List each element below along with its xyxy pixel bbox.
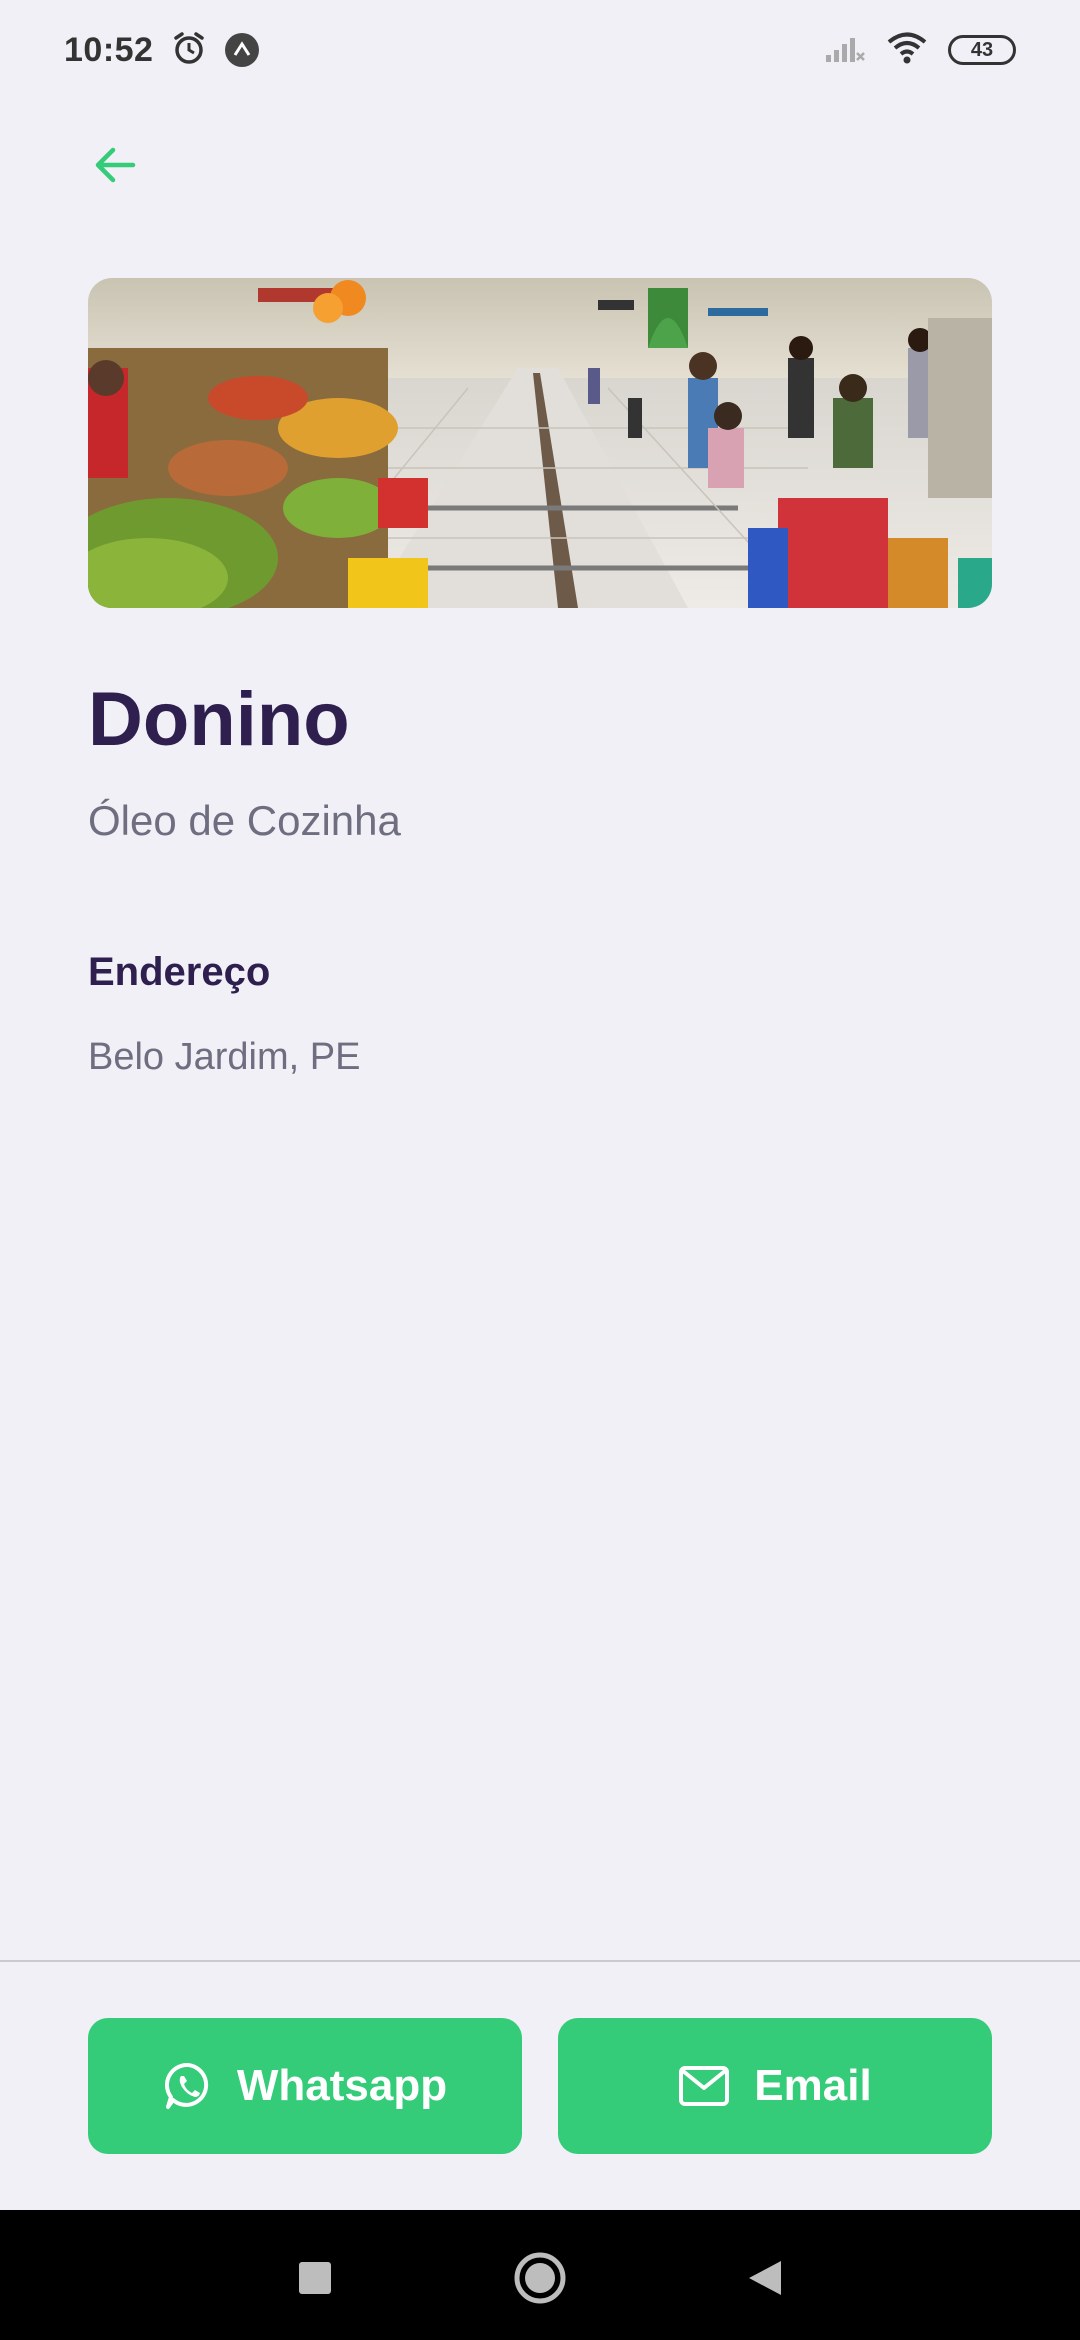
wifi-icon: [886, 31, 928, 70]
store-image: [88, 278, 992, 608]
status-left: 10:52: [64, 30, 260, 71]
arrow-left-icon: [95, 147, 136, 183]
store-name: Donino: [88, 677, 350, 762]
status-right: 43: [824, 31, 1016, 70]
mail-icon: [679, 2066, 730, 2106]
whatsapp-label: Whatsapp: [236, 2061, 448, 2110]
recents-square-icon[interactable]: [285, 2248, 345, 2308]
home-circle-icon[interactable]: [510, 2248, 570, 2308]
back-triangle-icon[interactable]: [735, 2248, 795, 2308]
footer-divider: [0, 1960, 1080, 1962]
whatsapp-button[interactable]: Whatsapp: [88, 2018, 522, 2154]
address-value: Belo Jardim, PE: [88, 1036, 361, 1078]
point-detail-screen: 10:52 43 Donino Óleo de Cozinha Endereço…: [0, 0, 1080, 2340]
back-button[interactable]: [88, 138, 142, 192]
status-bar: 10:52 43: [0, 0, 1080, 100]
store-category: Óleo de Cozinha: [88, 797, 401, 844]
email-label: Email: [754, 2061, 872, 2110]
signal-icon: [824, 33, 866, 68]
whatsapp-icon: [164, 2062, 208, 2109]
status-time: 10:52: [64, 30, 154, 69]
alarm-icon: [171, 30, 207, 71]
address-label: Endereço: [88, 950, 271, 994]
app-notification-icon: [225, 33, 260, 67]
battery-icon: 43: [948, 35, 1016, 65]
system-nav-bar: [0, 2210, 1080, 2340]
email-button[interactable]: Email: [558, 2018, 992, 2154]
